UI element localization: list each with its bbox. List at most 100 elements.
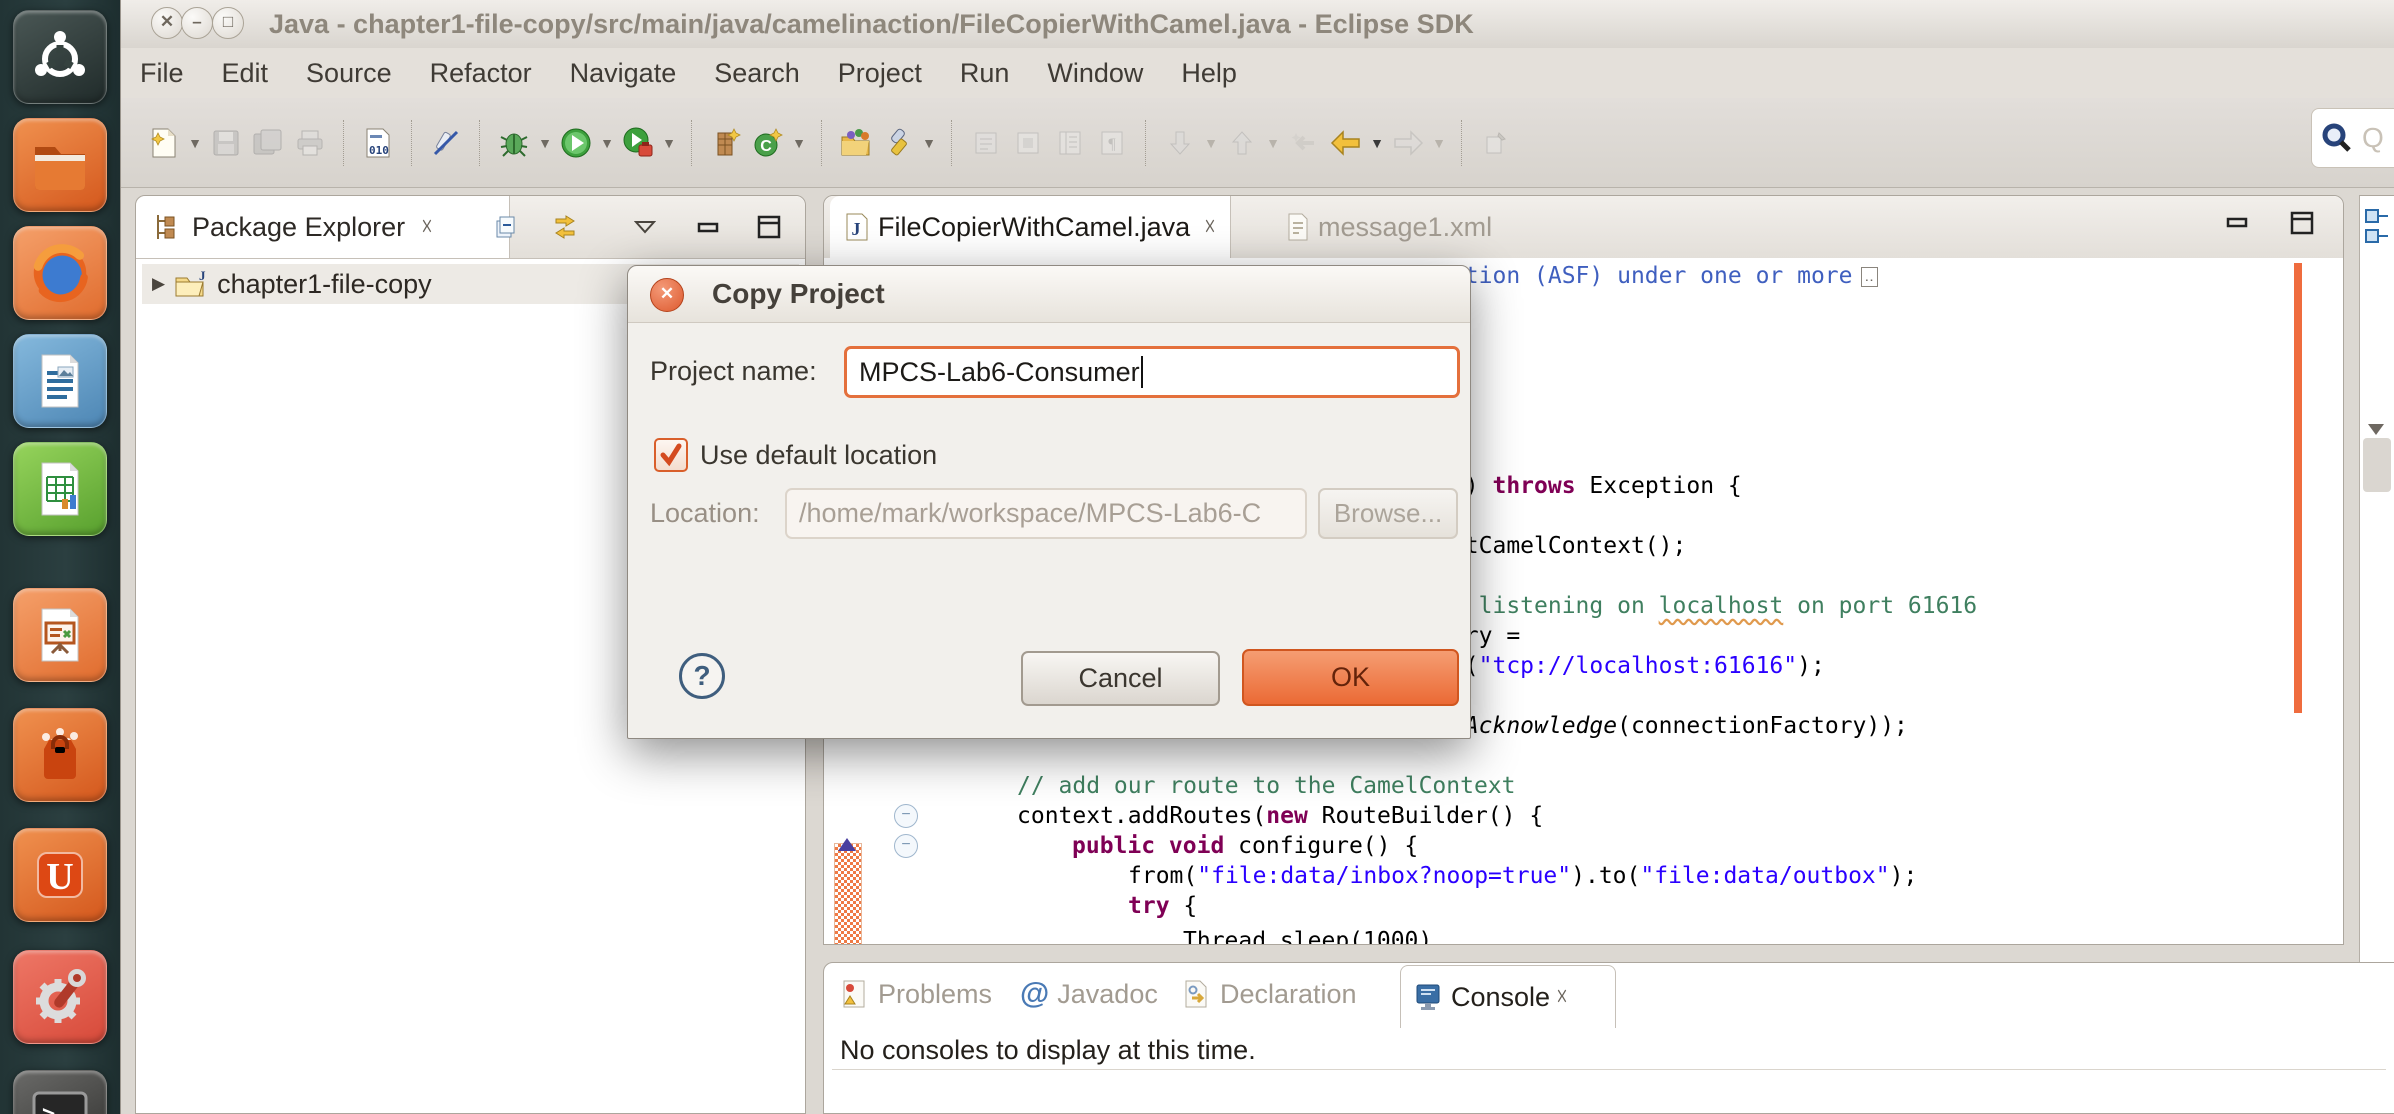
link-with-editor-icon[interactable] xyxy=(548,210,582,244)
terminal-icon[interactable]: >_ xyxy=(13,1070,107,1114)
show-line-numbers-icon xyxy=(1052,125,1088,161)
svg-text:J: J xyxy=(852,219,861,239)
firefox-icon[interactable] xyxy=(13,226,107,320)
copy-project-dialog: ✕ Copy Project Project name: MPCS-Lab6-C… xyxy=(627,265,1471,739)
window-minimize-button[interactable]: – xyxy=(181,7,213,39)
files-icon[interactable] xyxy=(13,118,107,212)
last-edit-location-icon xyxy=(1286,125,1322,161)
next-annotation-dropdown: ▼ xyxy=(1201,135,1221,151)
editor-minimize-icon[interactable] xyxy=(2223,212,2253,234)
window-titlebar: ✕ – □ Java - chapter1-file-copy/src/main… xyxy=(121,0,2394,49)
menu-navigate[interactable]: Navigate xyxy=(551,48,696,98)
maximize-view-icon[interactable] xyxy=(752,210,786,244)
console-icon xyxy=(1413,982,1443,1012)
java-search-dropdown[interactable]: ▼ xyxy=(919,135,939,151)
menu-run[interactable]: Run xyxy=(941,48,1029,98)
print-icon xyxy=(292,125,328,161)
search-icon xyxy=(2320,121,2354,155)
libreoffice-writer-icon[interactable] xyxy=(13,334,107,428)
help-button[interactable]: ? xyxy=(679,653,725,699)
back-icon[interactable] xyxy=(1328,125,1364,161)
menu-edit[interactable]: Edit xyxy=(203,48,288,98)
menu-window[interactable]: Window xyxy=(1028,48,1162,98)
new-class-icon[interactable]: C xyxy=(750,125,786,161)
scrollbar-thumb[interactable] xyxy=(2363,438,2391,492)
libreoffice-calc-icon[interactable] xyxy=(13,442,107,536)
tab-label: Console xyxy=(1451,982,1550,1013)
window-close-button[interactable]: ✕ xyxy=(151,7,183,39)
minimize-view-icon[interactable] xyxy=(692,210,726,244)
use-default-location-checkbox[interactable] xyxy=(654,438,688,472)
tab-message1-xml[interactable]: message1.xml xyxy=(1272,196,1514,258)
tab-close-icon[interactable]: ☓ xyxy=(1204,214,1216,240)
package-explorer-tab[interactable]: Package Explorer ☓ xyxy=(136,196,510,258)
overview-range-indicator xyxy=(2294,263,2302,713)
package-explorer-close-icon[interactable]: ☓ xyxy=(421,214,433,240)
ok-button[interactable]: OK xyxy=(1242,649,1459,706)
menu-refactor[interactable]: Refactor xyxy=(411,48,551,98)
previous-annotation-dropdown: ▼ xyxy=(1263,135,1283,151)
binary-file-icon[interactable]: 010 xyxy=(360,125,396,161)
toolbar-separator xyxy=(821,120,823,166)
window-maximize-button[interactable]: □ xyxy=(212,7,244,39)
expand-arrow-icon[interactable]: ▶ xyxy=(152,274,165,294)
editor-maximize-icon[interactable] xyxy=(2287,212,2317,234)
quick-access-box[interactable]: Q xyxy=(2311,108,2394,168)
toolbar-separator xyxy=(691,120,693,166)
java-search-icon[interactable] xyxy=(880,125,916,161)
text-caret xyxy=(1141,356,1143,388)
location-input: /home/mark/workspace/MPCS-Lab6-C xyxy=(785,488,1307,539)
tab-problems[interactable]: Problems xyxy=(840,963,992,1025)
forward-icon xyxy=(1390,125,1426,161)
tab-console[interactable]: Console ☓ xyxy=(1400,965,1616,1028)
open-type-icon[interactable] xyxy=(838,125,874,161)
debug-icon[interactable] xyxy=(496,125,532,161)
mark-occurrences-icon[interactable] xyxy=(428,125,464,161)
tab-close-icon[interactable]: ☓ xyxy=(1556,984,1568,1010)
project-name-input[interactable]: MPCS-Lab6-Consumer xyxy=(844,346,1460,398)
tab-filecopierwithcamel-java[interactable]: J FileCopierWithCamel.java ☓ xyxy=(830,196,1231,258)
show-whitespace-icon: ¶ xyxy=(1094,125,1130,161)
new-wizard-dropdown[interactable]: ▼ xyxy=(185,135,205,151)
project-name-label: Project name: xyxy=(650,356,817,387)
tab-declaration[interactable]: Declaration xyxy=(1182,963,1357,1025)
outline-view-icon[interactable] xyxy=(2364,206,2392,267)
previous-annotation-icon xyxy=(1224,125,1260,161)
menu-project[interactable]: Project xyxy=(819,48,941,98)
tab-javadoc[interactable]: @ Javadoc xyxy=(1020,963,1158,1025)
toolbar-separator xyxy=(479,120,481,166)
libreoffice-impress-icon[interactable] xyxy=(13,588,107,682)
checkmark-icon xyxy=(658,442,684,468)
run-icon[interactable] xyxy=(558,125,594,161)
console-message: No consoles to display at this time. xyxy=(840,1035,1256,1066)
dialog-close-button[interactable]: ✕ xyxy=(650,278,684,312)
back-dropdown[interactable]: ▼ xyxy=(1367,135,1387,151)
external-tools-dropdown[interactable]: ▼ xyxy=(659,135,679,151)
debug-dropdown[interactable]: ▼ xyxy=(535,135,555,151)
ubuntu-logo-icon xyxy=(28,25,92,89)
system-settings-icon[interactable] xyxy=(13,950,107,1044)
ubuntu-one-icon[interactable]: U xyxy=(13,828,107,922)
save-all-icon xyxy=(250,125,286,161)
tab-label: Javadoc xyxy=(1057,979,1158,1010)
menu-search[interactable]: Search xyxy=(695,48,819,98)
tab-label: message1.xml xyxy=(1318,212,1492,243)
new-class-dropdown[interactable]: ▼ xyxy=(789,135,809,151)
dash-home-icon[interactable] xyxy=(13,10,107,104)
menu-bar: File Edit Source Refactor Navigate Searc… xyxy=(121,48,2394,98)
view-menu-icon[interactable] xyxy=(628,210,662,244)
new-java-project-icon[interactable] xyxy=(708,125,744,161)
strip-menu-icon[interactable] xyxy=(2368,424,2384,435)
external-tools-icon[interactable] xyxy=(620,125,656,161)
tab-label: Declaration xyxy=(1220,979,1357,1010)
ubuntu-software-center-icon[interactable] xyxy=(13,708,107,802)
run-dropdown[interactable]: ▼ xyxy=(597,135,617,151)
menu-source[interactable]: Source xyxy=(287,48,411,98)
menu-help[interactable]: Help xyxy=(1162,48,1256,98)
collapse-all-icon[interactable] xyxy=(488,210,522,244)
svg-text:010: 010 xyxy=(369,144,389,157)
new-wizard-icon[interactable] xyxy=(146,125,182,161)
menu-file[interactable]: File xyxy=(121,48,203,98)
toolbar-separator xyxy=(411,120,413,166)
cancel-button[interactable]: Cancel xyxy=(1021,651,1220,706)
